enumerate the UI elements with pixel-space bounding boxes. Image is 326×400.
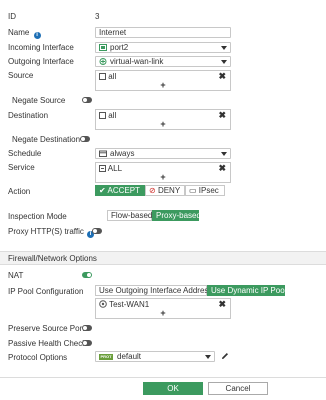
ip-pool-dynamic-button[interactable]: Use Dynamic IP Pool <box>207 285 286 296</box>
calendar-icon <box>99 150 107 157</box>
footer-divider <box>0 377 326 378</box>
proxy-http-toggle[interactable] <box>92 228 102 234</box>
chevron-down-icon <box>221 152 227 156</box>
deny-icon: ⊘ <box>149 186 156 195</box>
source-label: Source <box>8 71 34 80</box>
protocol-options-select[interactable]: PROT default <box>95 351 215 362</box>
incoming-interface-select[interactable]: port2 <box>95 42 231 53</box>
firewall-network-options-header: Firewall/Network Options <box>0 251 326 265</box>
protocol-options-label: Protocol Options <box>8 353 68 362</box>
negate-source-toggle[interactable] <box>82 97 92 103</box>
ip-pool-field[interactable]: Test-WAN1 ✖ + <box>95 298 231 319</box>
action-label: Action <box>8 187 31 196</box>
destination-field[interactable]: all ✖ + <box>95 109 231 130</box>
inspection-mode-label: Inspection Mode <box>8 212 67 221</box>
inspection-flow-button[interactable]: Flow-based <box>107 210 152 221</box>
incoming-interface-label: Incoming Interface <box>8 43 74 52</box>
monitor-icon: ▭ <box>189 186 197 195</box>
add-icon[interactable]: + <box>96 172 230 182</box>
sdwan-icon <box>99 58 107 65</box>
preserve-source-port-toggle[interactable] <box>82 325 92 331</box>
add-icon[interactable]: + <box>96 119 230 129</box>
name-label: Name i <box>8 28 41 39</box>
id-value: 3 <box>95 12 100 21</box>
proxy-http-label: Proxy HTTP(S) traffic i <box>8 227 95 238</box>
checkmark-icon: ✔ <box>99 186 106 195</box>
action-accept-button[interactable]: ✔ ACCEPT <box>95 185 145 196</box>
preserve-source-port-label: Preserve Source Port <box>8 324 85 333</box>
ip-pool-config-label: IP Pool Configuration <box>8 287 84 296</box>
ip-pool-outgoing-interface-button[interactable]: Use Outgoing Interface Address <box>95 285 212 296</box>
info-icon[interactable]: i <box>33 32 41 39</box>
negate-destination-label: Negate Destination <box>12 135 81 144</box>
inspection-proxy-button[interactable]: Proxy-based <box>152 210 201 221</box>
source-field[interactable]: all ✖ + <box>95 70 231 91</box>
outgoing-interface-select[interactable]: virtual-wan-link <box>95 56 231 67</box>
chevron-down-icon <box>221 60 227 64</box>
passive-health-check-label: Passive Health Check <box>8 339 87 348</box>
protocol-options-badge: PROT <box>99 354 113 360</box>
edit-pencil-icon[interactable] <box>221 352 229 360</box>
action-deny-button[interactable]: ⊘ DENY <box>145 185 185 196</box>
chevron-down-icon <box>205 355 211 359</box>
service-icon <box>99 165 106 172</box>
negate-source-label: Negate Source <box>12 96 66 105</box>
chevron-down-icon <box>221 46 227 50</box>
add-icon[interactable]: + <box>96 308 230 318</box>
action-ipsec-button[interactable]: ▭ IPsec <box>185 185 225 196</box>
id-label: ID <box>8 12 16 21</box>
address-icon <box>99 73 106 80</box>
passive-health-check-toggle[interactable] <box>82 340 92 346</box>
schedule-select[interactable]: always <box>95 148 231 159</box>
ok-button[interactable]: OK <box>143 382 203 395</box>
nat-toggle[interactable] <box>82 272 92 278</box>
outgoing-interface-label: Outgoing Interface <box>8 57 74 66</box>
nat-label: NAT <box>8 271 24 280</box>
name-input[interactable]: Internet <box>95 27 231 38</box>
ip-pool-icon <box>99 300 107 308</box>
service-label: Service <box>8 163 35 172</box>
service-field[interactable]: ALL ✖ + <box>95 162 231 183</box>
port-icon <box>99 44 107 51</box>
destination-label: Destination <box>8 111 49 120</box>
cancel-button[interactable]: Cancel <box>208 382 268 395</box>
negate-destination-toggle[interactable] <box>80 136 90 142</box>
add-icon[interactable]: + <box>96 80 230 90</box>
address-icon <box>99 112 106 119</box>
schedule-label: Schedule <box>8 149 42 158</box>
